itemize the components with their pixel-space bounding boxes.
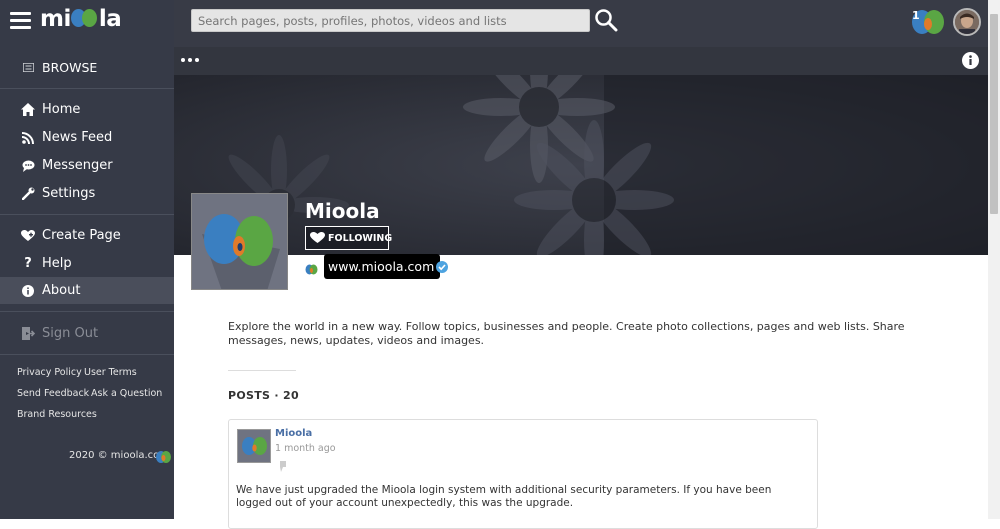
following-label: FOLLOWING bbox=[328, 232, 393, 244]
scrollbar-thumb[interactable] bbox=[990, 14, 998, 214]
user-avatar[interactable] bbox=[953, 8, 981, 36]
sign-out-icon bbox=[21, 327, 35, 341]
sidebar-item-label: About bbox=[42, 283, 81, 298]
grid-icon bbox=[21, 61, 35, 75]
wrench-icon bbox=[21, 187, 35, 201]
sidebar-item-label: Settings bbox=[42, 186, 96, 201]
sidebar-browse[interactable]: BROWSE bbox=[0, 54, 174, 81]
sidebar: mi la BROWSE Home News Feed Messenger Set… bbox=[0, 0, 174, 519]
cover-photo bbox=[174, 75, 988, 255]
brand-resources-link[interactable]: Brand Resources bbox=[17, 409, 97, 420]
more-options-icon[interactable] bbox=[181, 58, 199, 62]
website-favicon bbox=[305, 260, 318, 275]
page-toolbar bbox=[174, 47, 988, 75]
sidebar-item-home[interactable]: Home bbox=[0, 96, 174, 123]
post-author-avatar[interactable] bbox=[237, 429, 271, 463]
search-icon[interactable] bbox=[594, 8, 618, 32]
pin-icon[interactable] bbox=[277, 457, 288, 472]
sidebar-item-label: Create Page bbox=[42, 228, 121, 243]
rss-icon bbox=[21, 131, 35, 145]
info-icon bbox=[21, 284, 35, 298]
sidebar-item-messenger[interactable]: Messenger bbox=[0, 152, 174, 179]
privacy-policy-link[interactable]: Privacy Policy bbox=[17, 367, 82, 378]
post-card: Mioola 1 month ago We have just upgraded… bbox=[228, 419, 818, 529]
sidebar-item-label: Sign Out bbox=[42, 326, 99, 341]
page-description: Explore the world in a new way. Follow t… bbox=[228, 320, 905, 347]
sidebar-item-help[interactable]: ? Help bbox=[0, 250, 174, 277]
send-feedback-link[interactable]: Send Feedback bbox=[17, 388, 89, 399]
brand-bar: mi la bbox=[0, 0, 174, 43]
divider bbox=[0, 311, 174, 312]
sidebar-item-news-feed[interactable]: News Feed bbox=[0, 124, 174, 151]
page-info-icon[interactable] bbox=[962, 52, 979, 69]
notification-count-badge: 1 bbox=[912, 9, 920, 22]
sidebar-browse-label: BROWSE bbox=[42, 60, 98, 75]
post-author-name[interactable]: Mioola bbox=[275, 428, 312, 439]
following-button[interactable]: FOLLOWING bbox=[305, 226, 393, 250]
post-timestamp[interactable]: 1 month ago bbox=[275, 443, 336, 454]
mioola-heart-icon bbox=[155, 449, 172, 463]
website-url: www.mioola.com bbox=[328, 259, 435, 274]
home-icon bbox=[21, 103, 35, 117]
ask-question-link[interactable]: Ask a Question bbox=[91, 388, 162, 399]
divider bbox=[0, 88, 174, 89]
sidebar-item-label: News Feed bbox=[42, 130, 113, 145]
sidebar-item-sign-out[interactable]: Sign Out bbox=[0, 320, 174, 347]
copyright-text: 2020 © mioola.com bbox=[69, 450, 170, 461]
post-body: We have just upgraded the Mioola login s… bbox=[236, 484, 772, 509]
page-avatar[interactable] bbox=[191, 193, 288, 290]
mioola-logo[interactable]: mi la bbox=[40, 6, 122, 32]
chat-icon bbox=[21, 159, 35, 173]
hamburger-menu-icon[interactable] bbox=[10, 12, 31, 29]
page-scrollbar[interactable] bbox=[988, 0, 1000, 519]
search-input[interactable] bbox=[191, 9, 590, 32]
sidebar-item-label: Messenger bbox=[42, 158, 113, 173]
verified-badge-icon bbox=[436, 260, 449, 273]
sidebar-item-label: Help bbox=[42, 256, 72, 271]
divider bbox=[228, 370, 296, 371]
sidebar-item-create-page[interactable]: Create Page bbox=[0, 222, 174, 249]
divider bbox=[0, 214, 174, 215]
heart-plus-icon bbox=[21, 229, 35, 243]
divider bbox=[0, 354, 174, 355]
notifications-button[interactable]: 1 bbox=[908, 8, 945, 35]
page-title: Mioola bbox=[305, 199, 380, 223]
user-terms-link[interactable]: User Terms bbox=[84, 367, 137, 378]
sidebar-item-label: Home bbox=[42, 102, 81, 117]
heart-icon bbox=[310, 232, 325, 244]
sidebar-item-settings[interactable]: Settings bbox=[0, 180, 174, 207]
question-icon: ? bbox=[24, 256, 32, 271]
website-link[interactable]: www.mioola.com bbox=[324, 254, 449, 279]
sidebar-item-about[interactable]: About bbox=[0, 277, 174, 304]
posts-header: POSTS · 20 bbox=[228, 389, 299, 402]
